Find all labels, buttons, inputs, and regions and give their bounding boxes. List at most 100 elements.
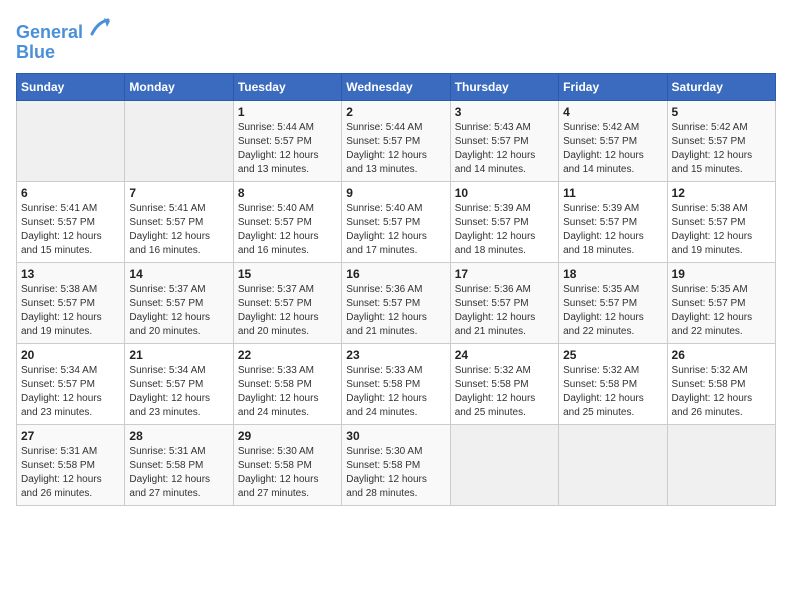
day-number: 22 <box>238 348 337 362</box>
calendar-cell: 24 Sunrise: 5:32 AM Sunset: 5:58 PM Dayli… <box>450 343 558 424</box>
day-number: 14 <box>129 267 228 281</box>
calendar-cell: 18 Sunrise: 5:35 AM Sunset: 5:57 PM Dayli… <box>559 262 667 343</box>
calendar-cell: 20 Sunrise: 5:34 AM Sunset: 5:57 PM Dayli… <box>17 343 125 424</box>
day-info: Sunrise: 5:35 AM Sunset: 5:57 PM Dayligh… <box>672 283 771 339</box>
day-info: Sunrise: 5:34 AM Sunset: 5:57 PM Dayligh… <box>129 364 228 420</box>
day-number: 10 <box>455 186 554 200</box>
calendar-cell: 27 Sunrise: 5:31 AM Sunset: 5:58 PM Dayli… <box>17 424 125 505</box>
day-number: 9 <box>346 186 445 200</box>
calendar-cell: 6 Sunrise: 5:41 AM Sunset: 5:57 PM Daylig… <box>17 181 125 262</box>
day-number: 18 <box>563 267 662 281</box>
calendar-cell: 13 Sunrise: 5:38 AM Sunset: 5:57 PM Dayli… <box>17 262 125 343</box>
day-info: Sunrise: 5:35 AM Sunset: 5:57 PM Dayligh… <box>563 283 662 339</box>
day-number: 24 <box>455 348 554 362</box>
day-number: 6 <box>21 186 120 200</box>
calendar-cell: 15 Sunrise: 5:37 AM Sunset: 5:57 PM Dayli… <box>233 262 341 343</box>
calendar-cell <box>17 100 125 181</box>
weekday-friday: Friday <box>559 73 667 100</box>
day-number: 12 <box>672 186 771 200</box>
calendar-cell: 5 Sunrise: 5:42 AM Sunset: 5:57 PM Daylig… <box>667 100 775 181</box>
day-info: Sunrise: 5:37 AM Sunset: 5:57 PM Dayligh… <box>129 283 228 339</box>
week-row-2: 6 Sunrise: 5:41 AM Sunset: 5:57 PM Daylig… <box>17 181 776 262</box>
day-number: 7 <box>129 186 228 200</box>
day-info: Sunrise: 5:38 AM Sunset: 5:57 PM Dayligh… <box>672 202 771 258</box>
calendar-cell: 11Sunrise: 5:39 AM Sunset: 5:57 PM Dayli… <box>559 181 667 262</box>
calendar-cell: 10 Sunrise: 5:39 AM Sunset: 5:57 PM Dayli… <box>450 181 558 262</box>
week-row-3: 13 Sunrise: 5:38 AM Sunset: 5:57 PM Dayli… <box>17 262 776 343</box>
calendar-cell: 1 Sunrise: 5:44 AM Sunset: 5:57 PM Daylig… <box>233 100 341 181</box>
calendar-cell: 29 Sunrise: 5:30 AM Sunset: 5:58 PM Dayli… <box>233 424 341 505</box>
weekday-monday: Monday <box>125 73 233 100</box>
day-info: Sunrise: 5:38 AM Sunset: 5:57 PM Dayligh… <box>21 283 120 339</box>
week-row-1: 1 Sunrise: 5:44 AM Sunset: 5:57 PM Daylig… <box>17 100 776 181</box>
day-number: 13 <box>21 267 120 281</box>
calendar-cell <box>125 100 233 181</box>
day-number: 15 <box>238 267 337 281</box>
calendar-cell: 4Sunrise: 5:42 AM Sunset: 5:57 PM Daylig… <box>559 100 667 181</box>
calendar-cell: 28Sunrise: 5:31 AM Sunset: 5:58 PM Dayli… <box>125 424 233 505</box>
calendar-cell: 21 Sunrise: 5:34 AM Sunset: 5:57 PM Dayli… <box>125 343 233 424</box>
day-number: 27 <box>21 429 120 443</box>
calendar-cell: 14 Sunrise: 5:37 AM Sunset: 5:57 PM Dayli… <box>125 262 233 343</box>
day-info: Sunrise: 5:36 AM Sunset: 5:57 PM Dayligh… <box>455 283 554 339</box>
week-row-5: 27 Sunrise: 5:31 AM Sunset: 5:58 PM Dayli… <box>17 424 776 505</box>
day-info: Sunrise: 5:32 AM Sunset: 5:58 PM Dayligh… <box>563 364 662 420</box>
page-header: General Blue <box>16 16 776 63</box>
weekday-sunday: Sunday <box>17 73 125 100</box>
logo-blue: Blue <box>16 43 112 63</box>
day-number: 20 <box>21 348 120 362</box>
day-number: 16 <box>346 267 445 281</box>
calendar-cell: 19 Sunrise: 5:35 AM Sunset: 5:57 PM Dayli… <box>667 262 775 343</box>
day-number: 21 <box>129 348 228 362</box>
calendar-cell: 26Sunrise: 5:32 AM Sunset: 5:58 PM Dayli… <box>667 343 775 424</box>
calendar-cell <box>559 424 667 505</box>
day-info: Sunrise: 5:41 AM Sunset: 5:57 PM Dayligh… <box>129 202 228 258</box>
calendar-header: SundayMondayTuesdayWednesdayThursdayFrid… <box>17 73 776 100</box>
calendar-cell: 12 Sunrise: 5:38 AM Sunset: 5:57 PM Dayli… <box>667 181 775 262</box>
day-info: Sunrise: 5:32 AM Sunset: 5:58 PM Dayligh… <box>455 364 554 420</box>
day-info: Sunrise: 5:44 AM Sunset: 5:57 PM Dayligh… <box>238 121 337 177</box>
day-number: 1 <box>238 105 337 119</box>
day-number: 2 <box>346 105 445 119</box>
day-info: Sunrise: 5:40 AM Sunset: 5:57 PM Dayligh… <box>346 202 445 258</box>
calendar-cell: 9 Sunrise: 5:40 AM Sunset: 5:57 PM Daylig… <box>342 181 450 262</box>
day-info: Sunrise: 5:37 AM Sunset: 5:57 PM Dayligh… <box>238 283 337 339</box>
day-info: Sunrise: 5:41 AM Sunset: 5:57 PM Dayligh… <box>21 202 120 258</box>
day-number: 5 <box>672 105 771 119</box>
day-info: Sunrise: 5:33 AM Sunset: 5:58 PM Dayligh… <box>238 364 337 420</box>
day-number: 11 <box>563 186 662 200</box>
calendar-cell: 16Sunrise: 5:36 AM Sunset: 5:57 PM Dayli… <box>342 262 450 343</box>
day-info: Sunrise: 5:31 AM Sunset: 5:58 PM Dayligh… <box>21 445 120 501</box>
day-info: Sunrise: 5:44 AM Sunset: 5:57 PM Dayligh… <box>346 121 445 177</box>
day-info: Sunrise: 5:30 AM Sunset: 5:58 PM Dayligh… <box>346 445 445 501</box>
day-number: 8 <box>238 186 337 200</box>
day-info: Sunrise: 5:42 AM Sunset: 5:57 PM Dayligh… <box>672 121 771 177</box>
weekday-wednesday: Wednesday <box>342 73 450 100</box>
calendar-cell: 30 Sunrise: 5:30 AM Sunset: 5:58 PM Dayli… <box>342 424 450 505</box>
week-row-4: 20 Sunrise: 5:34 AM Sunset: 5:57 PM Dayli… <box>17 343 776 424</box>
calendar-cell: 8 Sunrise: 5:40 AM Sunset: 5:57 PM Daylig… <box>233 181 341 262</box>
day-number: 4 <box>563 105 662 119</box>
calendar-cell: 3Sunrise: 5:43 AM Sunset: 5:57 PM Daylig… <box>450 100 558 181</box>
calendar-cell: 2 Sunrise: 5:44 AM Sunset: 5:57 PM Daylig… <box>342 100 450 181</box>
day-info: Sunrise: 5:34 AM Sunset: 5:57 PM Dayligh… <box>21 364 120 420</box>
day-number: 29 <box>238 429 337 443</box>
logo-text: General <box>16 16 112 43</box>
day-info: Sunrise: 5:39 AM Sunset: 5:57 PM Dayligh… <box>455 202 554 258</box>
calendar-body: 1 Sunrise: 5:44 AM Sunset: 5:57 PM Daylig… <box>17 100 776 505</box>
day-info: Sunrise: 5:33 AM Sunset: 5:58 PM Dayligh… <box>346 364 445 420</box>
day-number: 19 <box>672 267 771 281</box>
weekday-header-row: SundayMondayTuesdayWednesdayThursdayFrid… <box>17 73 776 100</box>
day-number: 23 <box>346 348 445 362</box>
day-number: 25 <box>563 348 662 362</box>
day-info: Sunrise: 5:30 AM Sunset: 5:58 PM Dayligh… <box>238 445 337 501</box>
weekday-thursday: Thursday <box>450 73 558 100</box>
day-number: 17 <box>455 267 554 281</box>
day-number: 30 <box>346 429 445 443</box>
logo-general: General <box>16 22 83 42</box>
calendar-cell <box>667 424 775 505</box>
calendar-cell: 17 Sunrise: 5:36 AM Sunset: 5:57 PM Dayli… <box>450 262 558 343</box>
day-info: Sunrise: 5:32 AM Sunset: 5:58 PM Dayligh… <box>672 364 771 420</box>
day-info: Sunrise: 5:40 AM Sunset: 5:57 PM Dayligh… <box>238 202 337 258</box>
calendar-cell: 25 Sunrise: 5:32 AM Sunset: 5:58 PM Dayli… <box>559 343 667 424</box>
